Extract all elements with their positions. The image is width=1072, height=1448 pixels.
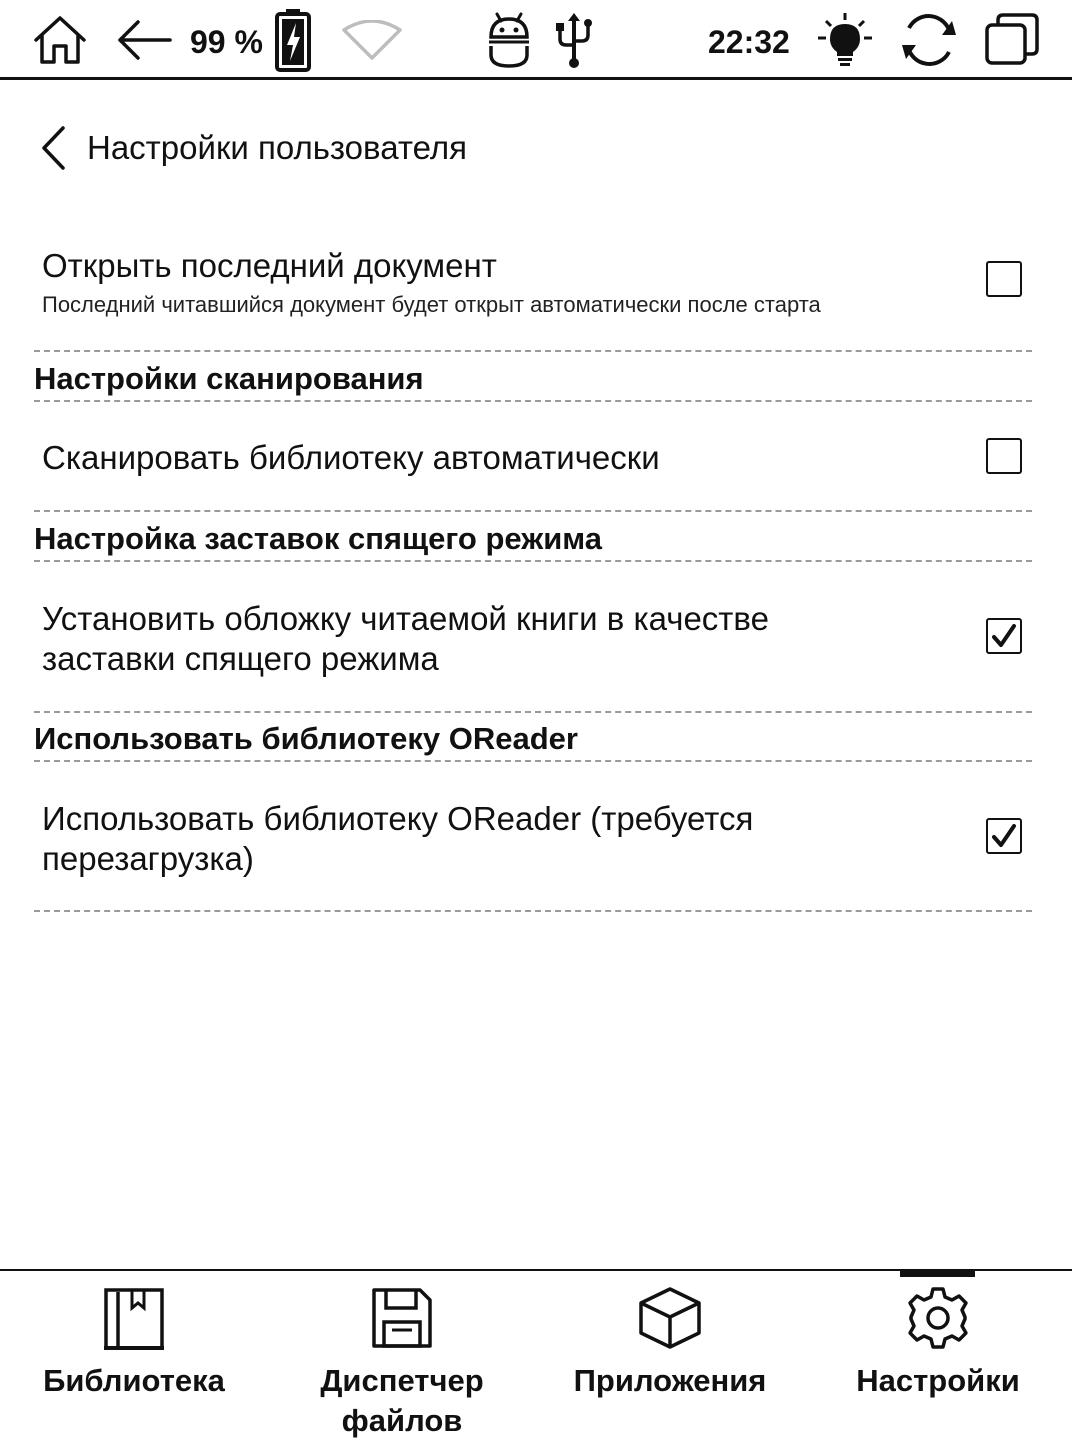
divider [34, 350, 1032, 352]
setting-title: Открыть последний документ [42, 247, 497, 284]
back-button[interactable] [30, 122, 78, 174]
usb-icon [552, 0, 596, 80]
section-header-screensaver: Настройка заставок спящего режима [34, 521, 603, 556]
battery-percent: 99 % [190, 23, 263, 60]
chevron-left-icon [42, 126, 65, 170]
nav-label-line2: файлов [341, 1403, 463, 1438]
setting-title-line2: заставки спящего режима [42, 640, 439, 677]
clock: 22:32 [708, 23, 790, 60]
section-header-scan: Настройки сканирования [34, 361, 424, 396]
setting-title-line1: Установить обложку читаемой книги в каче… [42, 600, 769, 637]
checkmark-icon [992, 824, 1016, 847]
settings-gear-icon [804, 1285, 1072, 1351]
android-icon [484, 0, 534, 80]
back-arrow-icon[interactable] [112, 0, 176, 80]
refresh-icon[interactable] [896, 0, 962, 80]
page-header: Настройки пользователя [0, 112, 1072, 184]
nav-library[interactable]: Библиотека [0, 1271, 268, 1448]
nav-settings[interactable]: Настройки [804, 1271, 1072, 1448]
wifi-icon[interactable] [340, 0, 404, 80]
setting-title-line2: перезагрузка) [42, 840, 254, 877]
home-icon[interactable] [28, 0, 92, 80]
status-bar: 99 % 22:32 [0, 0, 1072, 80]
open-last-document-checkbox[interactable] [986, 261, 1022, 297]
nav-apps[interactable]: Приложения [536, 1271, 804, 1448]
nav-label: Приложения [573, 1363, 767, 1398]
setting-description: Последний читавшийся документ будет откр… [42, 292, 821, 317]
divider [34, 760, 1032, 762]
divider [34, 711, 1032, 713]
divider [34, 400, 1032, 402]
page-title: Настройки пользователя [87, 129, 467, 166]
library-icon [0, 1285, 268, 1351]
frontlight-icon[interactable] [814, 0, 876, 80]
use-oreader-checkbox[interactable] [986, 818, 1022, 854]
checkmark-icon [992, 624, 1016, 647]
divider [34, 510, 1032, 512]
divider [34, 560, 1032, 562]
section-header-oreader: Использовать библиотеку OReader [34, 721, 578, 756]
nav-file-manager[interactable]: Диспетчер файлов [268, 1271, 536, 1448]
file-manager-icon [268, 1285, 536, 1351]
battery-charging-icon [272, 0, 314, 80]
nav-label: Библиотека [43, 1363, 225, 1398]
nav-label-line1: Диспетчер [320, 1363, 484, 1398]
setting-title: Сканировать библиотеку автоматически [42, 439, 660, 476]
apps-icon [536, 1285, 804, 1351]
cover-screensaver-checkbox[interactable] [986, 618, 1022, 654]
scan-library-checkbox[interactable] [986, 438, 1022, 474]
divider [34, 910, 1032, 912]
multitask-icon[interactable] [980, 0, 1044, 80]
bottom-navigation: Библиотека Диспетчер файлов Приложения Н… [0, 1269, 1072, 1448]
setting-title-line1: Использовать библиотеку OReader (требует… [42, 800, 754, 837]
nav-label: Настройки [856, 1363, 1020, 1398]
